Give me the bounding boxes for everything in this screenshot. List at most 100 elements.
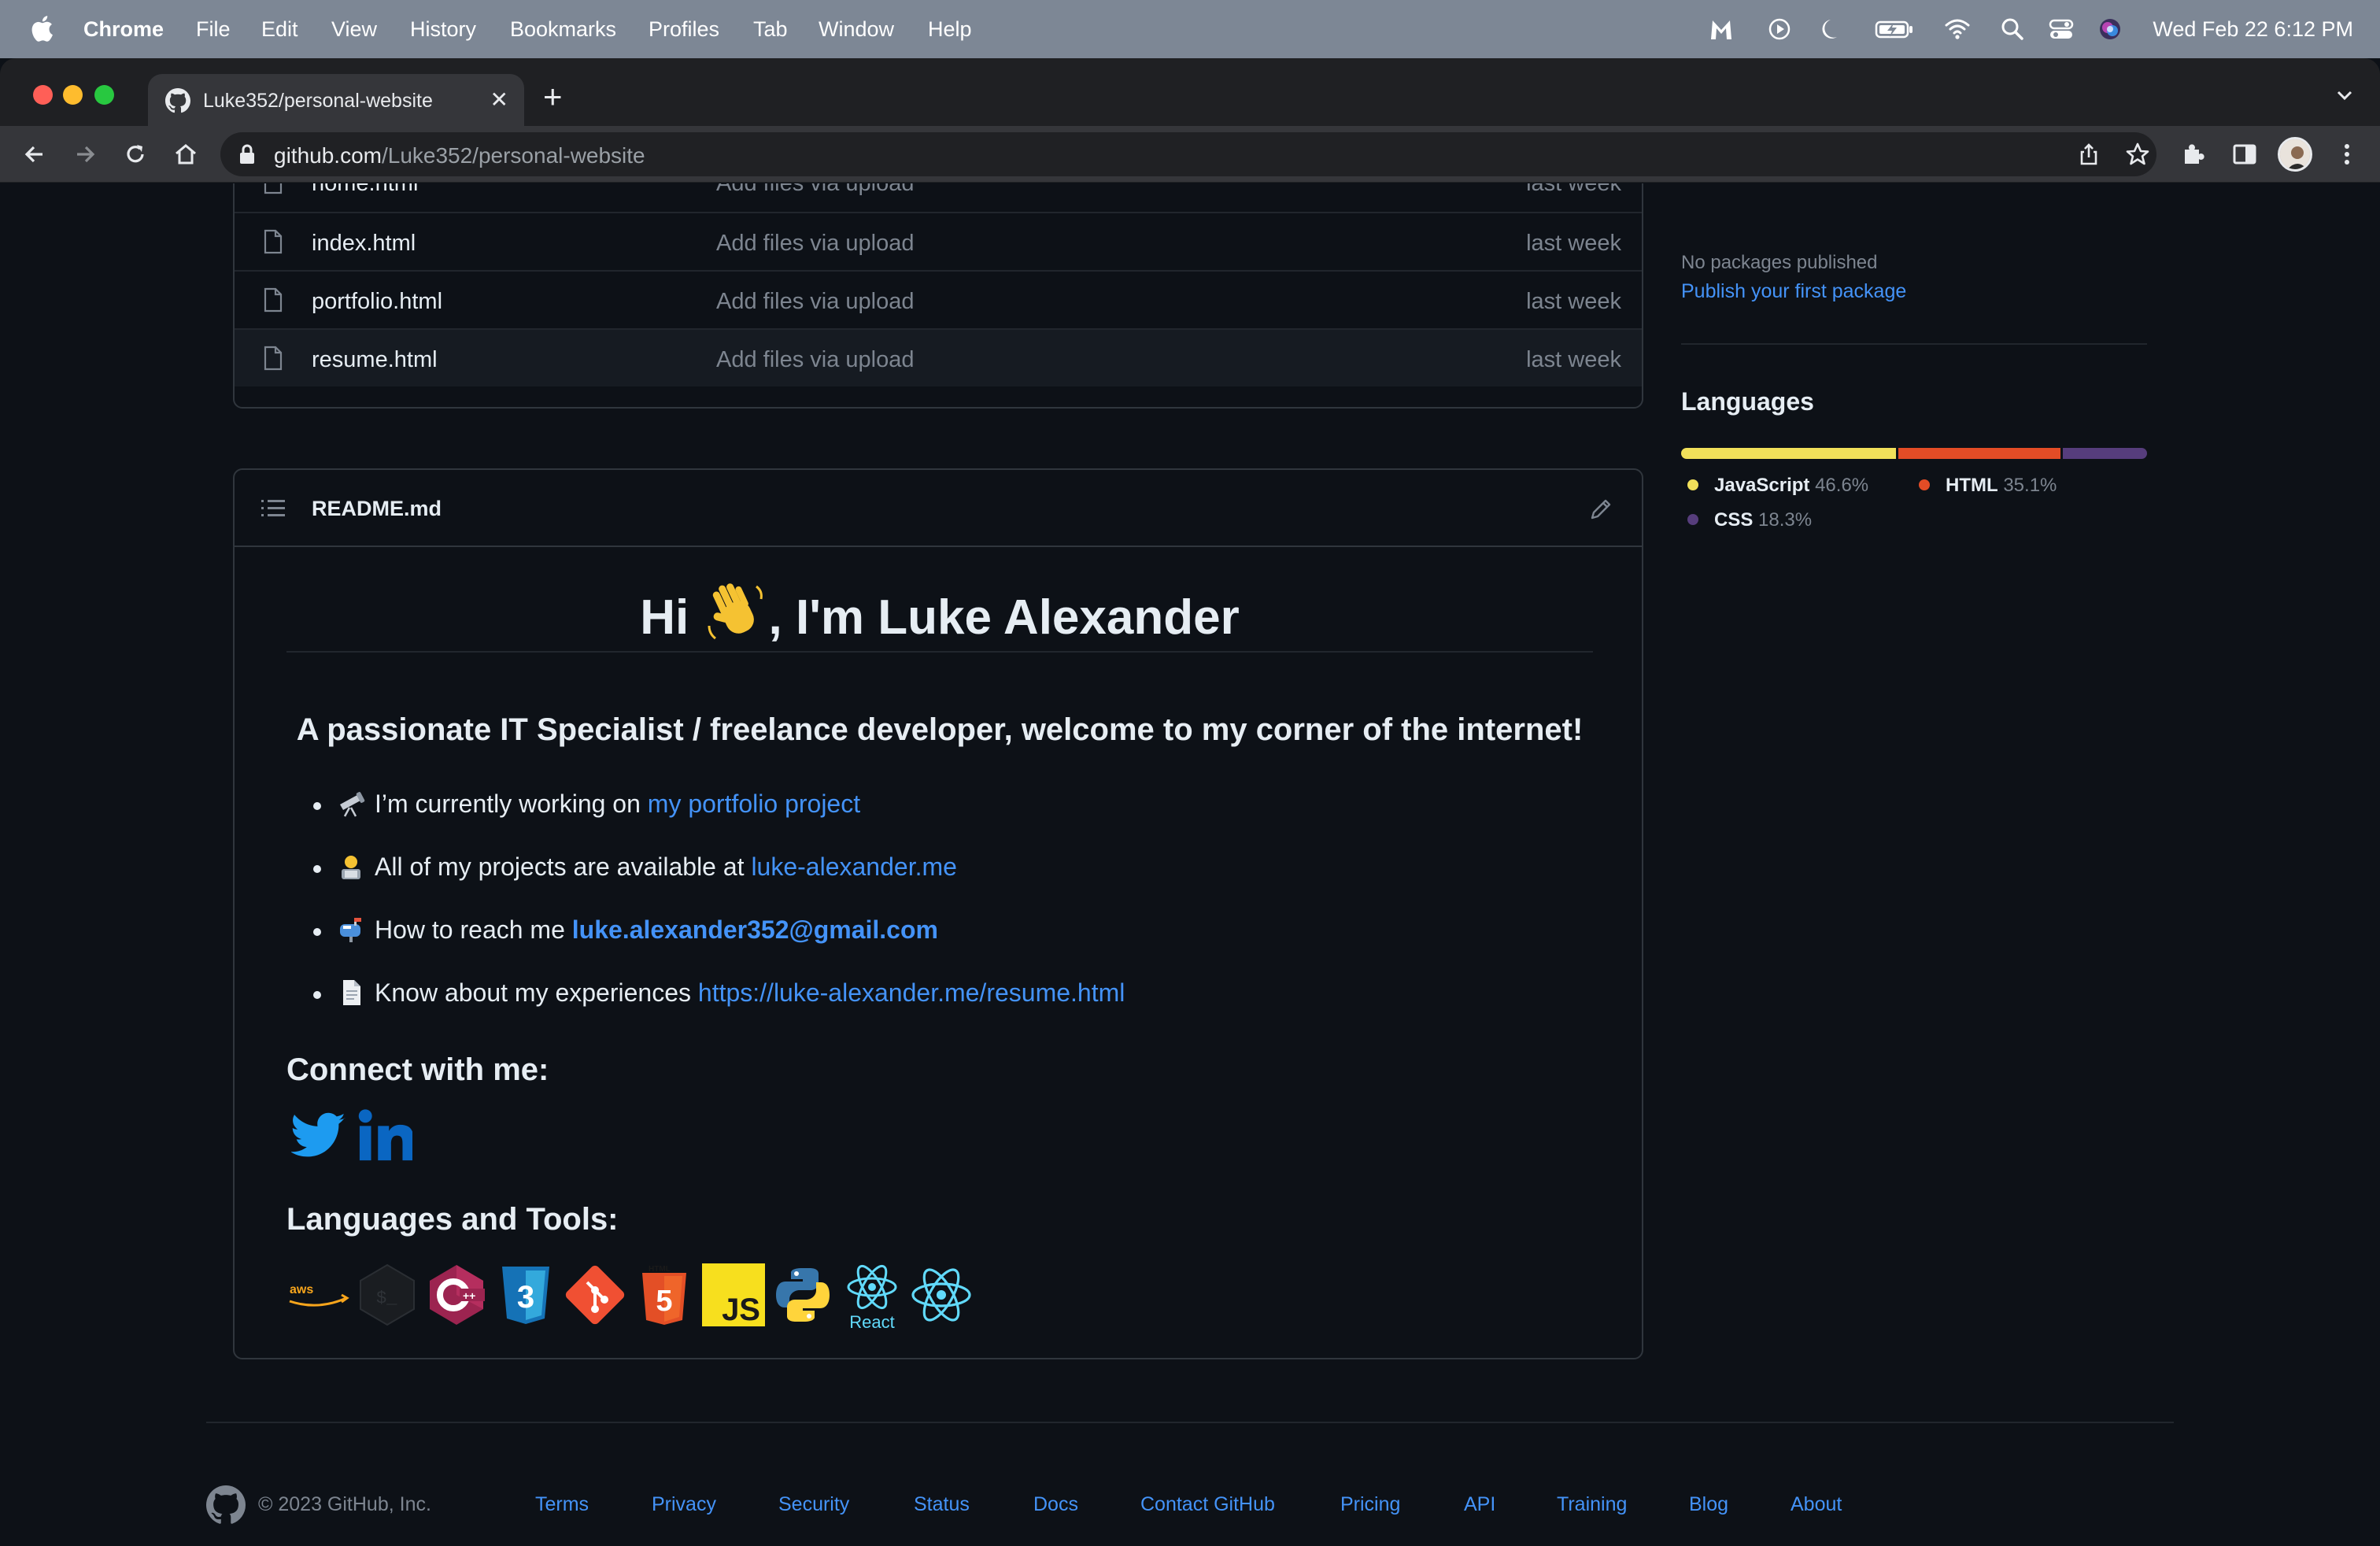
readme-header: README.md [235, 470, 1642, 547]
footer-link-privacy[interactable]: Privacy [652, 1493, 716, 1516]
menu-edit[interactable]: Edit [261, 17, 298, 42]
file-name[interactable]: index.html [312, 231, 416, 257]
language-bar-segment-css[interactable] [2062, 448, 2147, 459]
publish-package-link[interactable]: Publish your first package [1681, 280, 1906, 303]
twitter-icon[interactable] [291, 1108, 346, 1163]
aws-icon[interactable]: aws [286, 1263, 349, 1326]
commit-message[interactable]: Add files via upload [716, 347, 915, 373]
footer-link-contact[interactable]: Contact GitHub [1140, 1493, 1275, 1516]
malwarebytes-icon[interactable] [1708, 16, 1735, 43]
readme-filename[interactable]: README.md [312, 497, 442, 521]
menu-window[interactable]: Window [819, 17, 894, 42]
menu-file[interactable]: File [196, 17, 231, 42]
readme-box: README.md Hi , I'm Luke Alexander A pass… [233, 468, 1643, 1359]
table-row[interactable]: index.html Add files via upload last wee… [235, 212, 1642, 270]
javascript-icon[interactable]: JS [702, 1263, 765, 1326]
react-native-icon[interactable] [910, 1263, 973, 1326]
github-mark-icon[interactable] [206, 1485, 246, 1525]
bookmark-star-icon[interactable] [2125, 142, 2150, 167]
control-center-icon[interactable] [2048, 16, 2075, 43]
url-text[interactable]: github.com/Luke352/personal-website [274, 143, 645, 168]
tab-search-chevron-icon[interactable] [2333, 83, 2356, 107]
address-bar[interactable]: github.com/Luke352/personal-website [220, 132, 2156, 176]
email-link[interactable]: luke.alexander352@gmail.com [572, 915, 938, 944]
python-icon[interactable] [771, 1263, 834, 1326]
svg-text:JS: JS [722, 1293, 760, 1326]
siri-icon[interactable] [2097, 16, 2123, 43]
active-tab[interactable]: Luke352/personal-website ✕ [148, 74, 524, 126]
close-tab-icon[interactable]: ✕ [490, 87, 508, 113]
apple-icon[interactable] [30, 14, 54, 43]
wifi-icon[interactable] [1944, 16, 1971, 43]
commit-message[interactable]: Add files via upload [716, 183, 915, 197]
footer-link-api[interactable]: API [1464, 1493, 1495, 1516]
side-panel-icon[interactable] [2230, 140, 2259, 168]
cplusplus-icon[interactable]: ++ [425, 1263, 488, 1326]
menu-history[interactable]: History [410, 17, 476, 42]
language-javascript[interactable]: JavaScript 46.6% [1687, 475, 1868, 497]
commit-message[interactable]: Add files via upload [716, 289, 915, 315]
footer-link-terms[interactable]: Terms [535, 1493, 589, 1516]
language-css[interactable]: CSS 18.3% [1687, 509, 1812, 531]
close-window-button[interactable] [33, 85, 53, 105]
footer-link-about[interactable]: About [1791, 1493, 1842, 1516]
profile-avatar[interactable] [2278, 137, 2312, 172]
moon-icon[interactable] [1820, 16, 1846, 43]
new-tab-button[interactable]: + [543, 80, 563, 113]
resume-link[interactable]: https://luke-alexander.me/resume.html [698, 978, 1125, 1007]
menu-help[interactable]: Help [928, 17, 972, 42]
menubar-clock[interactable]: Wed Feb 22 6:12 PM [2153, 17, 2353, 42]
outline-list-icon[interactable] [261, 498, 285, 519]
footer-copyright: © 2023 GitHub, Inc. [258, 1493, 431, 1515]
footer-link-pricing[interactable]: Pricing [1340, 1493, 1400, 1516]
footer-link-status[interactable]: Status [914, 1493, 970, 1516]
file-name[interactable]: home.html [312, 183, 418, 197]
footer-link-blog[interactable]: Blog [1689, 1493, 1728, 1516]
play-icon[interactable] [1766, 16, 1793, 43]
spotlight-search-icon[interactable] [1999, 16, 2026, 43]
linkedin-icon[interactable] [357, 1108, 412, 1163]
language-html[interactable]: HTML 35.1% [1919, 475, 2057, 497]
footer-link-training[interactable]: Training [1557, 1493, 1627, 1516]
bash-icon[interactable]: $_ [356, 1263, 419, 1326]
macos-menubar: Chrome File Edit View History Bookmarks … [0, 0, 2380, 58]
commit-message[interactable]: Add files via upload [716, 231, 915, 257]
reload-icon[interactable] [121, 140, 150, 168]
menu-app-name[interactable]: Chrome [83, 17, 164, 42]
table-row[interactable]: resume.html Add files via upload last we… [235, 328, 1642, 386]
css3-icon[interactable]: 3 [494, 1263, 557, 1326]
share-icon[interactable] [2076, 142, 2101, 167]
lock-icon[interactable] [238, 143, 257, 165]
projects-site-link[interactable]: luke-alexander.me [751, 853, 956, 881]
languages-heading[interactable]: Languages [1681, 387, 1814, 416]
extensions-puzzle-icon[interactable] [2179, 140, 2207, 168]
menu-profiles[interactable]: Profiles [649, 17, 719, 42]
home-icon[interactable] [172, 140, 200, 168]
footer-link-security[interactable]: Security [778, 1493, 849, 1516]
tools-heading: Languages and Tools: [286, 1202, 619, 1237]
menu-view[interactable]: View [331, 17, 377, 42]
menu-bookmarks[interactable]: Bookmarks [510, 17, 616, 42]
forward-arrow-icon[interactable] [71, 140, 99, 168]
table-row[interactable]: portfolio.html Add files via upload last… [235, 270, 1642, 328]
chrome-menu-kebab-icon[interactable] [2333, 140, 2361, 168]
language-bar-segment-javascript[interactable] [1681, 448, 1897, 459]
html5-icon[interactable]: HTML 5 [633, 1263, 696, 1326]
menu-tab[interactable]: Tab [753, 17, 788, 42]
language-bar[interactable] [1681, 448, 2147, 459]
portfolio-project-link[interactable]: my portfolio project [648, 790, 860, 818]
back-arrow-icon[interactable] [20, 140, 49, 168]
bullet-dot [313, 927, 321, 936]
table-row[interactable]: home.html Add files via upload last week [235, 183, 1642, 212]
footer-link-docs[interactable]: Docs [1033, 1493, 1078, 1516]
minimize-window-button[interactable] [63, 85, 83, 105]
git-icon[interactable] [564, 1263, 626, 1326]
edit-pencil-icon[interactable] [1588, 497, 1613, 522]
commit-age: last week [1526, 347, 1621, 372]
language-bar-segment-html[interactable] [1898, 448, 2060, 459]
zoom-window-button[interactable] [94, 85, 114, 105]
file-name[interactable]: resume.html [312, 347, 438, 373]
battery-icon[interactable] [1875, 16, 1914, 43]
react-badge[interactable]: React [841, 1263, 904, 1342]
file-name[interactable]: portfolio.html [312, 289, 442, 315]
